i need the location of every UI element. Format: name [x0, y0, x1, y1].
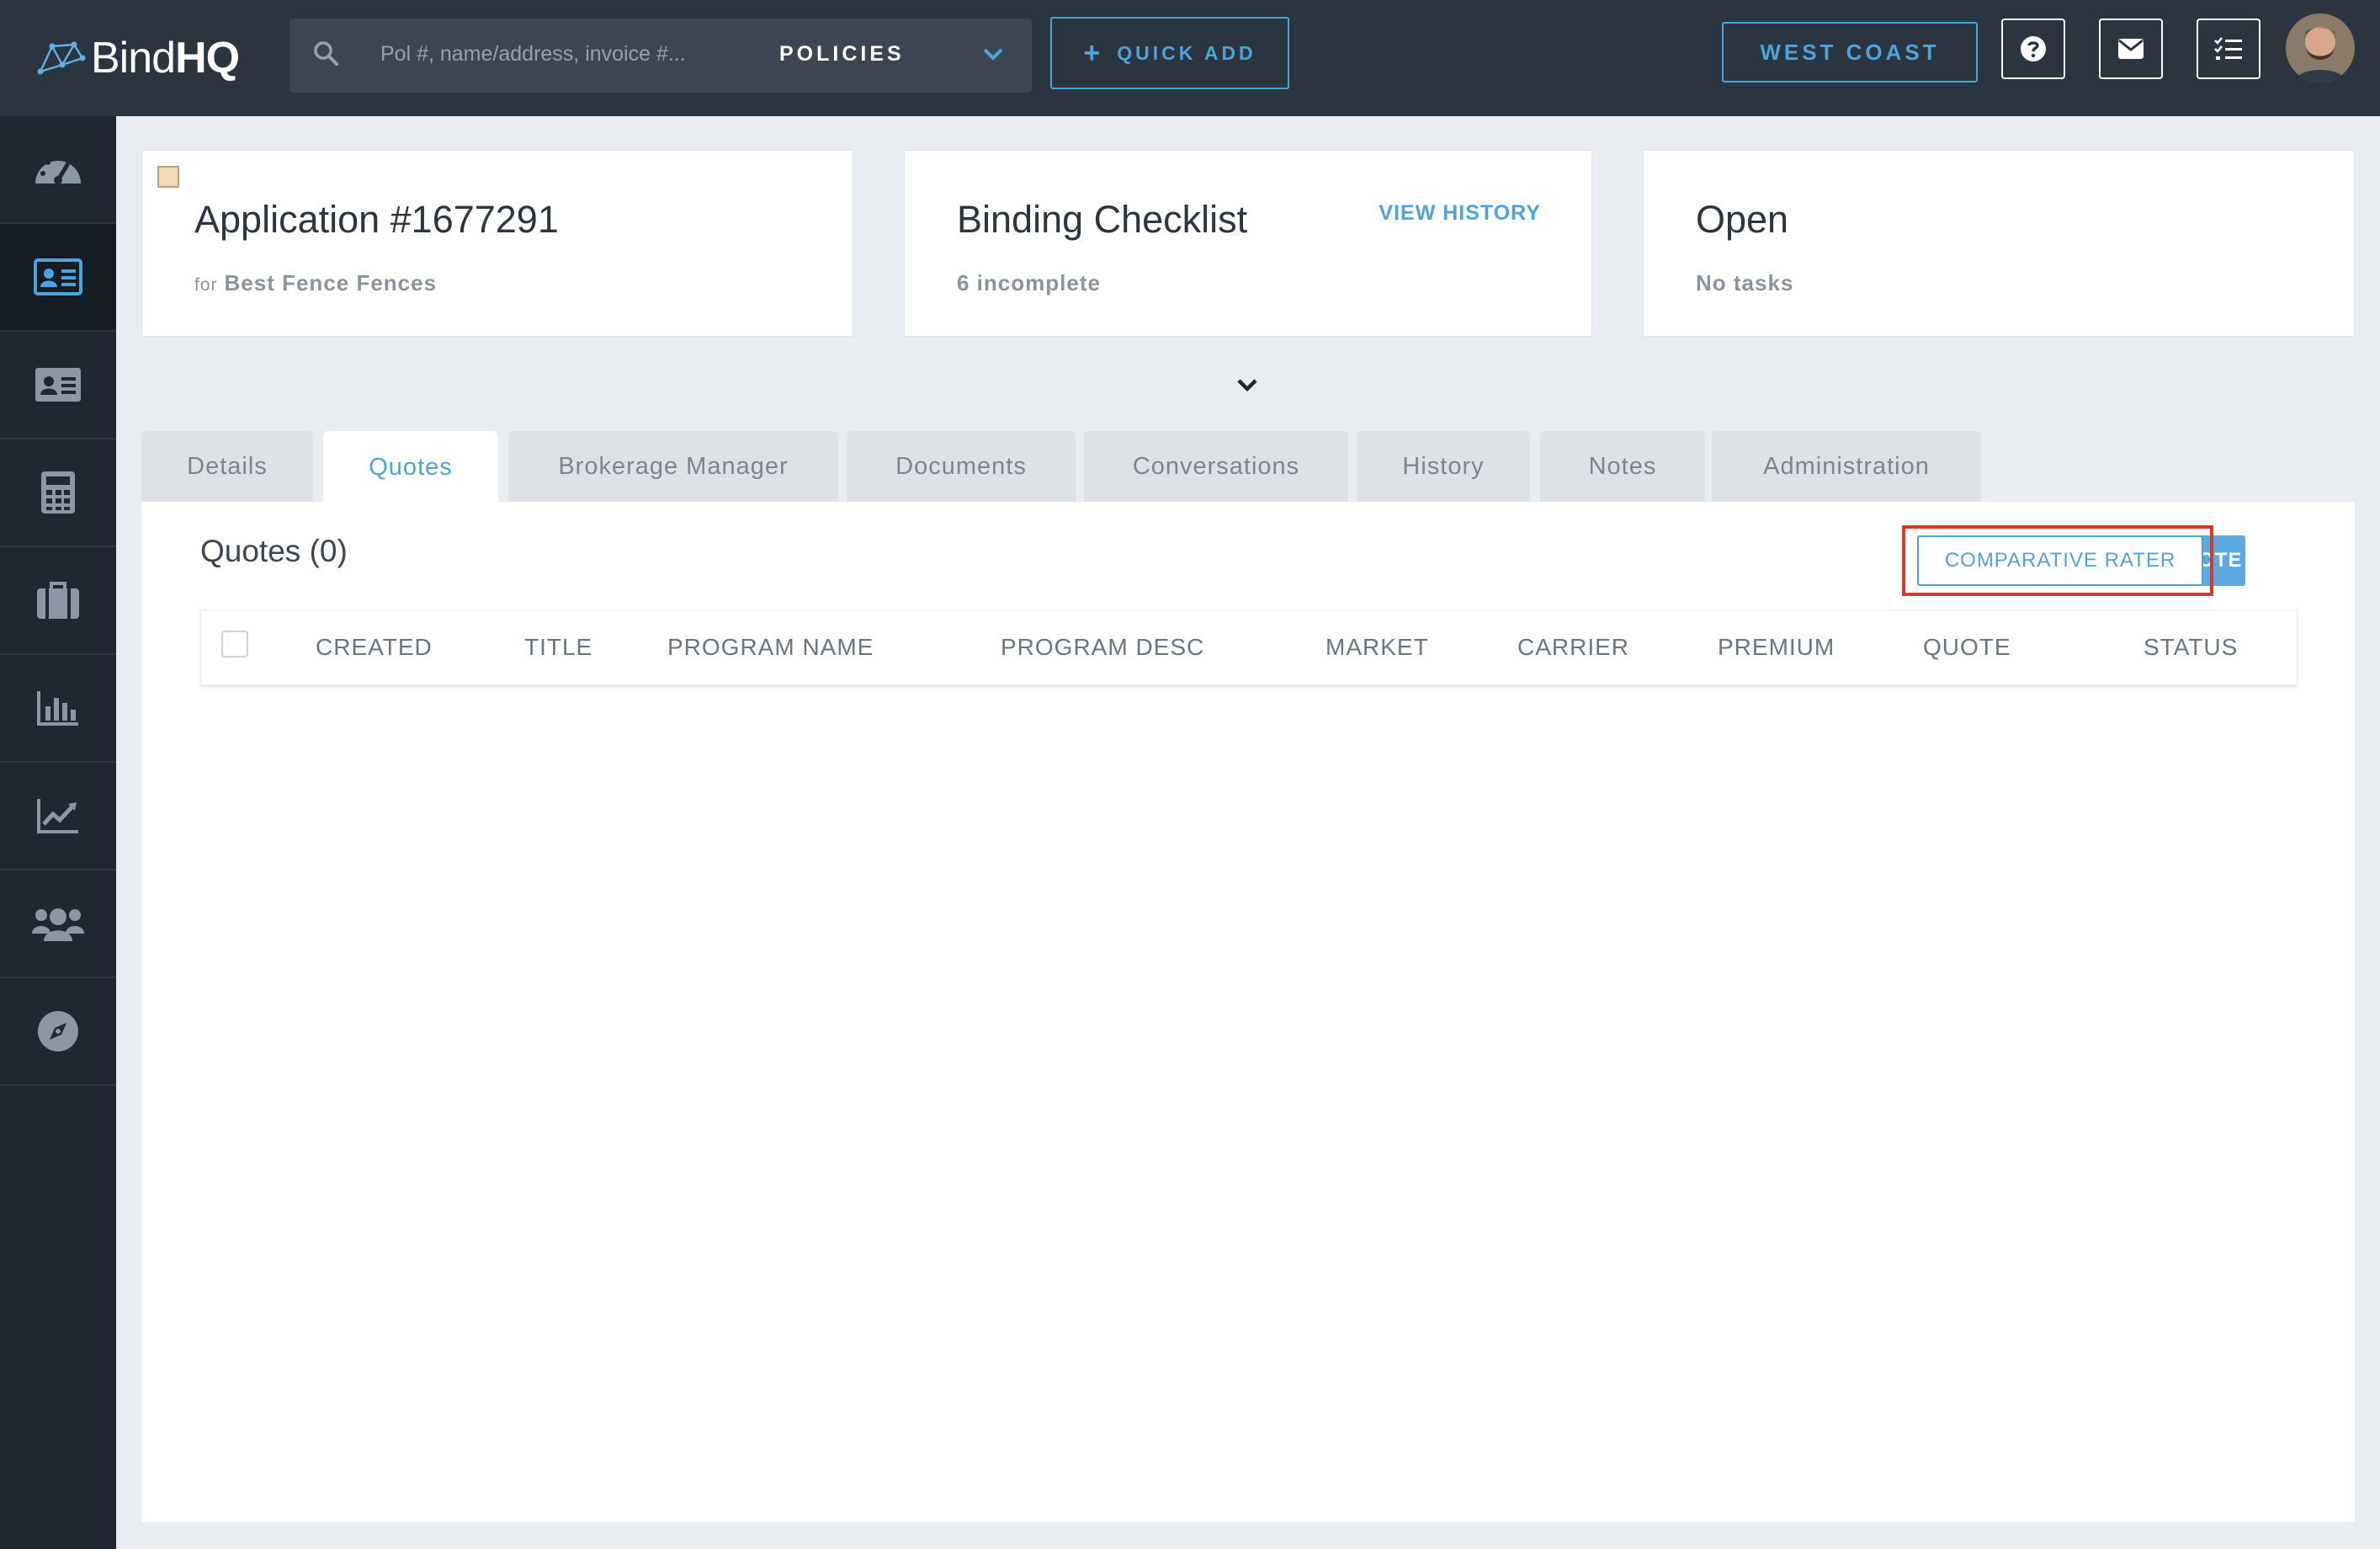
quotes-table-header: CREATED TITLE PROGRAM NAME PROGRAM DESC … [200, 609, 2298, 685]
checklist-icon [2214, 37, 2242, 60]
sidebar-item-explore[interactable] [0, 978, 116, 1086]
search-input[interactable]: Pol #, name/address, invoice #... [380, 42, 700, 67]
question-circle-icon [2021, 36, 2046, 61]
compass-icon [38, 1011, 78, 1051]
user-avatar[interactable] [2286, 13, 2355, 83]
sidebar-item-dashboard[interactable] [0, 116, 116, 224]
application-card-icon [34, 258, 82, 295]
view-history-link[interactable]: VIEW HISTORY [1379, 201, 1541, 226]
sidebar-nav [0, 116, 116, 1549]
tasks-button[interactable] [2197, 19, 2260, 79]
users-icon [32, 908, 84, 941]
sidebar-item-contacts[interactable] [0, 332, 116, 439]
column-header-quote[interactable]: QUOTE [1923, 634, 2011, 661]
column-header-carrier[interactable]: CARRIER [1517, 634, 1629, 661]
sidebar-item-policies[interactable] [0, 547, 116, 655]
bindhq-logo[interactable]: BindHQ [37, 30, 240, 86]
plus-icon: + [1083, 37, 1104, 69]
briefcase-icon [37, 582, 79, 619]
tab-details[interactable]: Details [141, 431, 313, 502]
tab-conversations[interactable]: Conversations [1084, 431, 1348, 502]
application-card: Application #1677291 for Best Fence Fence… [141, 150, 853, 337]
tasks-status-title: Open [1696, 198, 1789, 241]
line-chart-icon [37, 799, 78, 833]
column-header-created[interactable]: CREATED [316, 634, 433, 661]
sidebar-item-users[interactable] [0, 870, 116, 978]
quick-add-label: QUICK ADD [1117, 41, 1256, 64]
application-type-icon [157, 166, 179, 188]
tasks-count: No tasks [1696, 270, 1794, 295]
search-icon [311, 39, 342, 73]
sidebar-item-accounting[interactable] [0, 439, 116, 547]
application-title: Application #1677291 [194, 198, 559, 241]
dashboard-icon [35, 156, 81, 184]
tab-brokerage-manager[interactable]: Brokerage Manager [508, 431, 838, 502]
column-header-market[interactable]: MARKET [1325, 634, 1429, 661]
bar-chart-icon [37, 691, 78, 726]
binding-checklist-title: Binding Checklist [957, 198, 1248, 241]
network-logo-icon [37, 41, 86, 75]
binding-checklist-card: Binding Checklist VIEW HISTORY 6 incompl… [904, 150, 1592, 337]
column-header-title[interactable]: TITLE [524, 634, 592, 661]
column-header-status[interactable]: STATUS [2144, 634, 2238, 661]
column-header-program-desc[interactable]: PROGRAM DESC [1001, 634, 1204, 661]
search-scope-select[interactable]: POLICIES [779, 42, 905, 67]
column-header-program-name[interactable]: PROGRAM NAME [667, 634, 874, 661]
checklist-status: 6 incomplete [957, 270, 1101, 295]
tab-quotes[interactable]: Quotes [323, 431, 498, 503]
tab-notes[interactable]: Notes [1540, 431, 1705, 502]
quotes-panel: Quotes (0) CREATE QUOTE COMPARATIVE RATE… [141, 502, 2355, 1522]
contact-card-icon [35, 368, 81, 402]
calculator-icon [41, 471, 75, 514]
sidebar-item-analytics[interactable] [0, 763, 116, 870]
insured-name[interactable]: Best Fence Fences [225, 270, 438, 295]
top-navbar: BindHQ Pol #, name/address, invoice #...… [0, 0, 2380, 116]
chevron-down-icon[interactable] [981, 42, 1005, 70]
application-insured: for Best Fence Fences [194, 270, 438, 295]
tab-history[interactable]: History [1357, 431, 1530, 502]
help-button[interactable] [2001, 19, 2065, 79]
messages-button[interactable] [2099, 19, 2163, 79]
select-all-checkbox[interactable] [221, 631, 248, 657]
envelope-icon [2118, 39, 2144, 59]
sidebar-item-applications[interactable] [0, 224, 116, 332]
column-header-premium[interactable]: PREMIUM [1718, 634, 1835, 661]
expand-summary-chevron-icon[interactable] [1232, 372, 1262, 403]
quotes-heading: Quotes (0) [200, 534, 348, 568]
highlight-box [1902, 525, 2213, 596]
logo-wordmark: BindHQ [91, 34, 240, 83]
region-selector-button[interactable]: WEST COAST [1722, 22, 1978, 83]
global-search[interactable]: Pol #, name/address, invoice #... POLICI… [290, 19, 1032, 93]
tasks-card: Open No tasks [1643, 150, 2355, 337]
tab-documents[interactable]: Documents [847, 431, 1076, 502]
quick-add-button[interactable]: + QUICK ADD [1050, 17, 1289, 89]
sidebar-item-reports[interactable] [0, 655, 116, 763]
tab-administration[interactable]: Administration [1712, 431, 1981, 502]
